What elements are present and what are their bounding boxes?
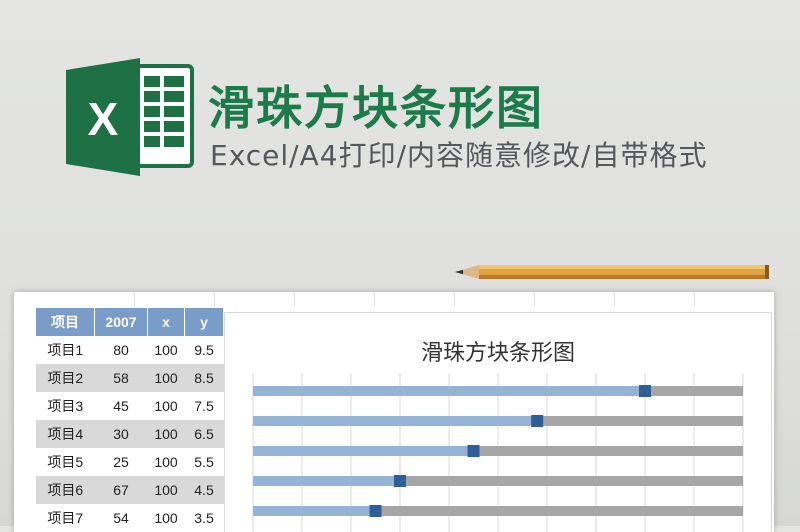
- excel-logo-icon: X: [66, 58, 194, 176]
- table-row: 项目1 80 100 9.5: [36, 336, 224, 364]
- table-cell[interactable]: 3.5: [185, 504, 224, 532]
- table-cell[interactable]: 项目1: [36, 336, 95, 364]
- table-cell[interactable]: 54: [95, 504, 148, 532]
- header-cell-2007[interactable]: 2007: [94, 308, 148, 336]
- table-cell[interactable]: 项目6: [36, 476, 95, 504]
- table-row: 项目4 30 100 6.5: [36, 420, 224, 448]
- table-cell[interactable]: 100: [148, 504, 185, 532]
- bar-fill: [253, 386, 645, 396]
- table-cell[interactable]: 7.5: [185, 392, 224, 420]
- table-cell[interactable]: 项目7: [36, 504, 95, 532]
- bar-fill: [253, 506, 376, 516]
- table-cell[interactable]: 100: [147, 420, 185, 448]
- bar-marker: [639, 385, 651, 397]
- table-row: 项目6 67 100 4.5: [36, 476, 224, 504]
- table-row: 项目5 25 100 5.5: [36, 448, 224, 476]
- data-table: 项目 2007 x y 项目1 80 100 9.5 项目2 58 100 8.…: [36, 308, 224, 532]
- table-cell[interactable]: 58: [94, 364, 148, 392]
- chart-area[interactable]: 滑珠方块条形图: [224, 312, 772, 532]
- table-cell[interactable]: 45: [95, 392, 148, 420]
- logo-letter: X: [88, 93, 119, 145]
- table-cell[interactable]: 项目4: [36, 420, 95, 448]
- spreadsheet-sheet: 项目 2007 x y 项目1 80 100 9.5 项目2 58 100 8.…: [14, 292, 774, 532]
- bar-marker: [531, 415, 544, 427]
- header-cell-y[interactable]: y: [184, 308, 224, 336]
- bar-fill: [253, 446, 474, 456]
- bar-marker: [467, 445, 480, 457]
- table-cell[interactable]: 100: [148, 392, 185, 420]
- table-cell[interactable]: 项目3: [36, 392, 95, 420]
- header-cell-item[interactable]: 项目: [36, 308, 95, 336]
- bar-fill: [253, 476, 400, 486]
- table-cell[interactable]: 80: [95, 336, 148, 364]
- table-cell[interactable]: 4.5: [184, 476, 224, 504]
- table-header-row: 项目 2007 x y: [36, 308, 224, 336]
- table-cell[interactable]: 100: [147, 476, 185, 504]
- table-cell[interactable]: 30: [94, 420, 148, 448]
- page-title: 滑珠方块条形图: [208, 81, 544, 135]
- table-cell[interactable]: 100: [148, 336, 185, 364]
- table-cell[interactable]: 100: [148, 448, 185, 476]
- bar-marker: [394, 475, 406, 487]
- table-cell[interactable]: 67: [94, 476, 148, 504]
- page-subtitle: Excel/A4打印/内容随意修改/自带格式: [210, 139, 708, 172]
- pencil-icon: [455, 265, 769, 279]
- table-row: 项目2 58 100 8.5: [36, 364, 224, 392]
- table-cell[interactable]: 9.5: [185, 336, 224, 364]
- bar-fill: [253, 416, 538, 426]
- table-cell[interactable]: 25: [95, 448, 148, 476]
- bar-marker: [369, 505, 382, 517]
- table-row: 项目3 45 100 7.5: [36, 392, 224, 420]
- slider-bar-chart: [252, 373, 744, 532]
- table-cell[interactable]: 6.5: [184, 420, 224, 448]
- table-cell[interactable]: 项目5: [36, 448, 95, 476]
- header-cell-x[interactable]: x: [147, 308, 185, 336]
- table-row: 项目7 54 100 3.5: [36, 504, 224, 532]
- table-cell[interactable]: 项目2: [36, 364, 95, 392]
- table-cell[interactable]: 100: [147, 364, 185, 392]
- table-cell[interactable]: 5.5: [185, 448, 224, 476]
- table-cell[interactable]: 8.5: [184, 364, 224, 392]
